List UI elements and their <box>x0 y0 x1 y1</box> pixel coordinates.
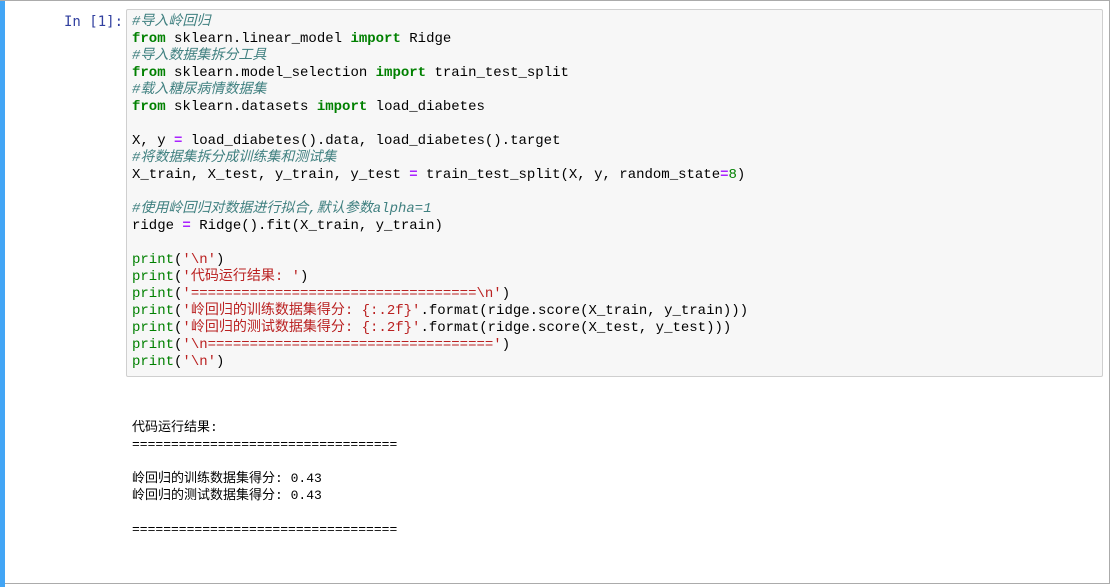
code-token: ridge <box>132 218 183 234</box>
code-line[interactable]: ridge = Ridge().fit(X_train, y_train) <box>132 218 748 235</box>
code-token-keyword: import <box>375 65 427 81</box>
code-line[interactable]: print('\n') <box>132 252 748 269</box>
code-token-builtin: print <box>132 286 175 302</box>
code-line[interactable]: #使用岭回归对数据进行拟合,默认参数alpha=1 <box>132 201 748 218</box>
code-token-keyword: from <box>132 31 166 47</box>
code-token: load_diabetes().data, load_diabetes().ta… <box>182 133 561 149</box>
code-token: ) <box>216 354 225 370</box>
code-line[interactable]: print('\n===============================… <box>132 337 748 354</box>
code-token: sklearn.linear_model <box>165 31 351 47</box>
code-token-string: '岭回归的测试数据集得分: {:.2f}' <box>182 320 421 336</box>
input-prompt: In [1]: <box>64 14 124 30</box>
code-token-number: 8 <box>728 167 737 183</box>
output-line: ================================== <box>132 522 398 537</box>
code-token-builtin: print <box>132 320 175 336</box>
code-token-builtin: print <box>132 269 175 285</box>
code-token: train_test_split(X, y, random_state <box>417 167 721 183</box>
code-token: ) <box>501 286 511 302</box>
code-token-string: '\n' <box>182 354 217 370</box>
code-token-string: '岭回归的训练数据集得分: {:.2f}' <box>182 303 421 319</box>
output-line: ================================== <box>132 437 398 452</box>
code-line[interactable]: #将数据集拆分成训练集和测试集 <box>132 150 748 167</box>
code-token-comment: #载入糖尿病情数据集 <box>132 82 267 98</box>
code-token: .format(ridge.score(X_test, y_test))) <box>420 320 732 336</box>
code-token: load_diabetes <box>367 99 485 115</box>
code-token: .format(ridge.score(X_train, y_train))) <box>420 303 749 319</box>
code-token: X, y <box>132 133 175 149</box>
code-token: X_train, X_test, y_train, y_test <box>132 167 410 183</box>
code-token-keyword: from <box>132 65 166 81</box>
code-token-keyword: import <box>316 99 368 115</box>
code-token-builtin: print <box>132 303 175 319</box>
code-token: ) <box>736 167 746 183</box>
code-line[interactable] <box>132 116 748 133</box>
cell-output: 代码运行结果: =================================… <box>132 419 397 538</box>
cell-selection-bar <box>0 1 5 587</box>
code-cell[interactable]: In [1]: #导入岭回归 from sklearn.linear_model … <box>0 0 1110 587</box>
code-token: Ridge <box>400 31 452 47</box>
code-line[interactable]: X, y = load_diabetes().data, load_diabet… <box>132 133 748 150</box>
code-line[interactable]: X_train, X_test, y_train, y_test = train… <box>132 167 748 184</box>
code-line[interactable]: #导入岭回归 <box>132 14 748 31</box>
code-token: ) <box>300 269 309 285</box>
output-line: 代码运行结果: <box>132 420 218 435</box>
code-token-comment: #将数据集拆分成训练集和测试集 <box>132 150 337 166</box>
code-line[interactable]: print('=================================… <box>132 286 748 303</box>
code-line[interactable]: print('\n') <box>132 354 748 371</box>
code-token-builtin: print <box>132 337 175 353</box>
code-token: ) <box>501 337 511 353</box>
output-line: 岭回归的训练数据集得分: 0.43 <box>132 471 322 486</box>
code-token-comment: #使用岭回归对数据进行拟合,默认参数alpha=1 <box>132 201 432 217</box>
code-token-builtin: print <box>132 354 175 370</box>
code-token-keyword: from <box>132 99 166 115</box>
code-token-comment: #导入数据集拆分工具 <box>132 48 267 64</box>
code-line[interactable]: print('岭回归的测试数据集得分: {:.2f}'.format(ridge… <box>132 320 748 337</box>
code-line[interactable]: from sklearn.datasets import load_diabet… <box>132 99 748 116</box>
code-line[interactable]: from sklearn.linear_model import Ridge <box>132 31 748 48</box>
code-line[interactable]: #导入数据集拆分工具 <box>132 48 748 65</box>
code-token-comment: #导入岭回归 <box>132 14 211 30</box>
code-token-operator: = <box>720 167 729 183</box>
code-token-string: '代码运行结果: ' <box>182 269 301 285</box>
code-token: sklearn.datasets <box>165 99 317 115</box>
code-token: sklearn.model_selection <box>165 65 376 81</box>
output-line: 岭回归的测试数据集得分: 0.43 <box>132 488 322 503</box>
code-text[interactable]: #导入岭回归 from sklearn.linear_model import R… <box>132 14 748 371</box>
code-token: Ridge().fit(X_train, y_train) <box>190 218 443 234</box>
code-token: ) <box>216 252 225 268</box>
code-token-string: '==================================\n' <box>182 286 502 302</box>
code-token-operator: = <box>182 218 191 234</box>
code-token-operator: = <box>409 167 418 183</box>
code-line[interactable] <box>132 235 748 252</box>
code-token-string: '\n==================================' <box>182 337 502 353</box>
code-line[interactable]: from sklearn.model_selection import trai… <box>132 65 748 82</box>
code-token-builtin: print <box>132 252 175 268</box>
code-line[interactable] <box>132 184 748 201</box>
code-line[interactable]: print('代码运行结果: ') <box>132 269 748 286</box>
code-line[interactable]: #载入糖尿病情数据集 <box>132 82 748 99</box>
code-token-keyword: import <box>350 31 401 47</box>
code-line[interactable]: print('岭回归的训练数据集得分: {:.2f}'.format(ridge… <box>132 303 748 320</box>
code-token: train_test_split <box>426 65 569 81</box>
code-token-string: '\n' <box>182 252 217 268</box>
